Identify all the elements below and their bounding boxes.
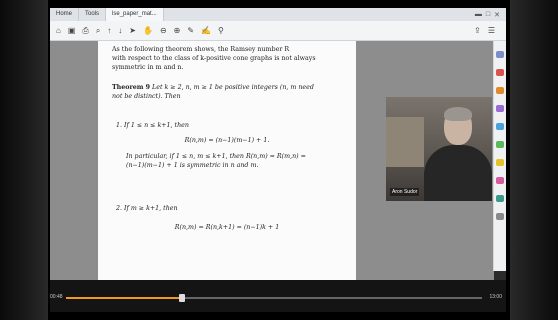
window-controls: ▬ □ ✕	[475, 11, 506, 19]
progress-fill	[66, 297, 183, 299]
webcam-shelf	[386, 117, 424, 167]
export-icon[interactable]	[496, 87, 504, 94]
page-down-icon[interactable]: ↓	[118, 26, 122, 35]
select-tool-icon[interactable]: ➤	[129, 26, 136, 35]
right-letterbox	[510, 0, 558, 320]
intro-line-3: symmetric in m and n.	[112, 64, 184, 71]
pdf-toolbar: ⌂ ▣ ⎙ ⌕ ↑ ↓ ➤ ✋ ⊖ ⊕ ✎ ✍ ⚲ ⇪ ☰	[50, 21, 506, 41]
zoom-tool-icon[interactable]	[496, 51, 504, 58]
video-frame: Home Tools lse_paper_mat... ▬ □ ✕ ⌂ ▣ ⎙ …	[0, 0, 558, 320]
presenter-name: Aron Sudor	[390, 188, 420, 196]
intro-line-2: with respect to the class of k-positive …	[112, 55, 316, 62]
search-icon[interactable]: ⌕	[96, 26, 100, 36]
time-elapsed: 00:48	[50, 294, 63, 300]
item-1: 1. If 1 ≤ n ≤ k+1, then	[116, 122, 189, 129]
intro-line-1: As the following theorem shows, the Rams…	[112, 46, 290, 53]
share-icon[interactable]: ⇪	[474, 26, 481, 35]
page-up-icon[interactable]: ↑	[107, 26, 111, 35]
formula-2: R(n,m) = R(n,k+1) = (n−1)k + 1	[174, 224, 280, 231]
formula-1: R(n,m) = (n−1)(m−1) + 1.	[184, 137, 270, 144]
organize-icon[interactable]	[496, 105, 504, 112]
tab-tools[interactable]: Tools	[79, 8, 107, 21]
compress-icon[interactable]	[496, 141, 504, 148]
zoom-out-icon[interactable]: ⊖	[160, 26, 167, 35]
item-1-cont-2: (n−1)(m−1) + 1 is symmetric in n and m.	[126, 162, 259, 169]
tab-bar: Home Tools lse_paper_mat... ▬ □ ✕	[50, 8, 506, 21]
comment-tool-icon[interactable]	[496, 159, 504, 166]
presenter-body	[424, 145, 492, 201]
protect-icon[interactable]	[496, 195, 504, 202]
tab-home[interactable]: Home	[50, 8, 80, 21]
more-tools-icon[interactable]	[496, 213, 504, 220]
progress-handle[interactable]	[179, 294, 186, 302]
tab-document[interactable]: lse_paper_mat...	[106, 8, 164, 21]
pdf-page: As the following theorem shows, the Rams…	[98, 41, 356, 280]
item-1-cont-1: In particular, if 1 ≤ n, m ≤ k+1, then R…	[126, 153, 306, 160]
fill-sign-icon[interactable]	[496, 177, 504, 184]
left-letterbox	[0, 0, 48, 320]
theorem-label: Theorem 9	[112, 84, 151, 91]
progress-bar[interactable]	[66, 294, 482, 302]
print-icon[interactable]: ⎙	[82, 26, 88, 36]
presenter-hair	[444, 107, 472, 121]
theorem-text-2: not be distinct). Then	[112, 93, 181, 100]
maximize-icon[interactable]: □	[486, 11, 490, 19]
hand-tool-icon[interactable]: ✋	[143, 26, 153, 35]
webcam-overlay: Aron Sudor	[386, 97, 492, 201]
close-icon[interactable]: ✕	[494, 11, 500, 19]
pdf-tool-icon[interactable]	[496, 69, 504, 76]
item-2: 2. If m ≥ k+1, then	[116, 205, 178, 212]
right-tool-sidebar	[493, 41, 506, 271]
edit-icon[interactable]	[496, 123, 504, 130]
sign-icon[interactable]: ✍	[201, 26, 211, 35]
player-controls: 00:48 13:00	[50, 280, 506, 312]
theorem-text-1: Let k ≥ 2, n, m ≥ 1 be positive integers…	[152, 84, 314, 91]
comment-icon[interactable]: ✎	[187, 26, 194, 35]
attach-icon[interactable]: ⚲	[218, 26, 224, 35]
recorded-screen: Home Tools lse_paper_mat... ▬ □ ✕ ⌂ ▣ ⎙ …	[50, 8, 506, 312]
home-icon[interactable]: ⌂	[56, 26, 61, 35]
time-total: 13:00	[489, 294, 502, 300]
theorem-heading: Theorem 9 Let k ≥ 2, n, m ≥ 1 be positiv…	[112, 83, 314, 92]
menu-icon[interactable]: ☰	[488, 26, 495, 35]
save-icon[interactable]: ▣	[68, 26, 76, 35]
zoom-in-icon[interactable]: ⊕	[174, 26, 181, 35]
minimize-icon[interactable]: ▬	[475, 11, 482, 19]
